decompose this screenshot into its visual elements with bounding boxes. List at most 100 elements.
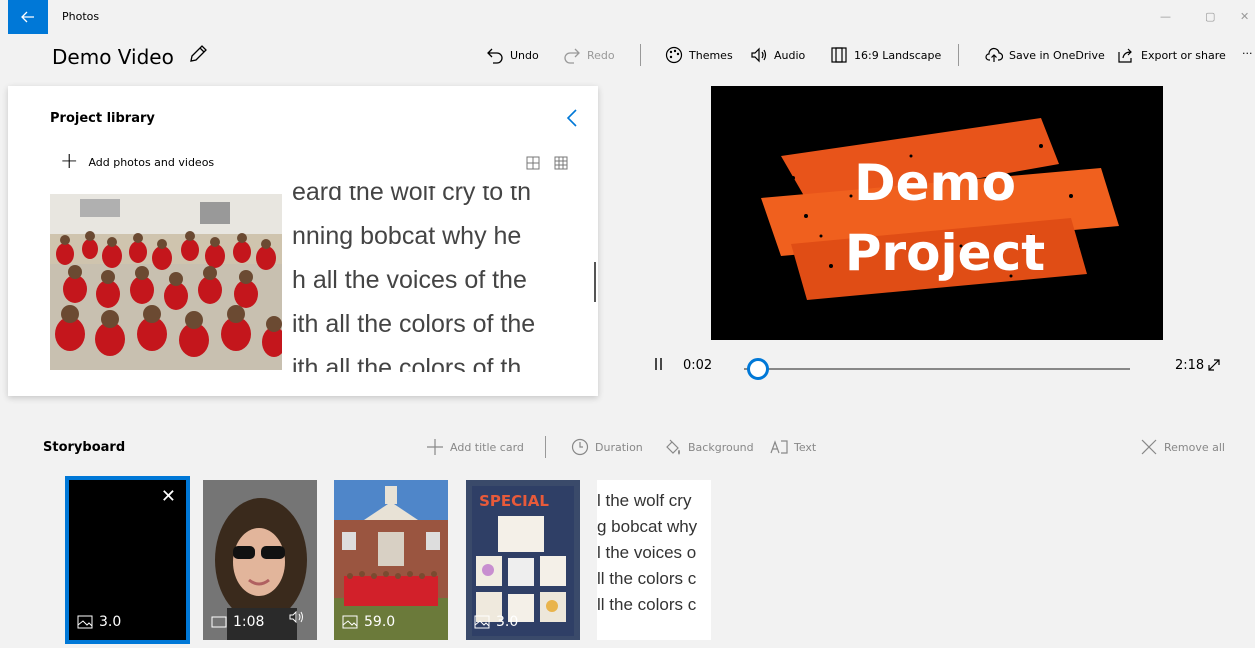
- export-label: Export or share: [1141, 48, 1226, 62]
- large-grid-view-icon[interactable]: [526, 156, 540, 170]
- card-text-lines: l the wolf cry g bobcat why l the voices…: [597, 488, 697, 618]
- text-line: h all the voices of the: [292, 266, 527, 294]
- aspect-ratio-button[interactable]: 16:9 Landscape: [830, 46, 941, 64]
- minimize-button[interactable]: —: [1160, 10, 1171, 23]
- audio-button[interactable]: Audio: [750, 46, 805, 64]
- background-label: Background: [688, 440, 754, 454]
- card-duration-value: 5.0: [627, 614, 650, 630]
- text-line: g bobcat why: [597, 517, 698, 536]
- video-icon: [211, 616, 227, 628]
- card-duration: 1:08: [211, 614, 264, 630]
- card-audio-indicator: [289, 609, 305, 628]
- more-options-button[interactable]: ...: [1242, 44, 1253, 57]
- remove-all-button[interactable]: Remove all: [1140, 438, 1225, 456]
- palette-icon: [665, 46, 683, 64]
- project-title: Demo Video: [52, 44, 174, 69]
- maximize-button[interactable]: ▢: [1205, 10, 1215, 23]
- duration-button[interactable]: Duration: [571, 438, 643, 456]
- speaker-icon: [289, 610, 303, 624]
- redo-icon: [564, 48, 580, 64]
- library-scrollbar[interactable]: [594, 262, 596, 302]
- project-title-area: Demo Video: [52, 44, 208, 69]
- add-media-button[interactable]: + Add photos and videos: [60, 151, 215, 173]
- current-time: 0:02: [683, 358, 713, 373]
- card-duration-value: 3.0: [99, 614, 122, 630]
- back-arrow-icon: [21, 11, 34, 23]
- close-icon: [1141, 439, 1157, 455]
- aspect-ratio-icon: [831, 47, 847, 63]
- themes-label: Themes: [689, 48, 733, 62]
- text-line: eard the wolf cry to th: [292, 186, 532, 206]
- text-line: ith all the colors of th: [292, 354, 522, 372]
- close-window-button[interactable]: ✕: [1240, 10, 1249, 23]
- share-icon: [1118, 48, 1132, 63]
- storyboard-card-2[interactable]: 1:08: [203, 480, 317, 640]
- text-line: nning bobcat why he: [292, 222, 522, 250]
- seek-thumb[interactable]: [746, 358, 769, 380]
- video-preview[interactable]: Demo Project: [711, 86, 1163, 340]
- add-media-label: Add photos and videos: [88, 155, 215, 169]
- image-icon: [342, 615, 358, 629]
- toolbar-divider: [640, 44, 641, 66]
- storyboard-card-3[interactable]: 59.0: [334, 480, 448, 640]
- text-line: l the wolf cry: [597, 491, 692, 510]
- speaker-icon: [751, 47, 767, 63]
- image-icon: [474, 615, 490, 629]
- pencil-icon: [189, 45, 207, 62]
- background-button[interactable]: Background: [664, 438, 754, 456]
- redo-button[interactable]: Redo: [563, 46, 615, 64]
- collapse-library-button[interactable]: [566, 108, 578, 133]
- save-onedrive-button[interactable]: Save in OneDrive: [985, 46, 1105, 64]
- export-button[interactable]: Export or share: [1117, 46, 1226, 64]
- card-duration: 3.0: [474, 614, 518, 630]
- edit-title-button[interactable]: [188, 44, 208, 69]
- add-title-card-label: Add title card: [450, 440, 524, 454]
- text-line: ith all the colors of the: [292, 310, 536, 338]
- cloud-upload-icon: [985, 47, 1003, 62]
- pause-button[interactable]: [655, 358, 663, 374]
- toolbar-divider: [958, 44, 959, 66]
- add-title-card-button[interactable]: Add title card: [426, 438, 524, 456]
- fullscreen-button[interactable]: [1207, 358, 1221, 376]
- plus-icon: [427, 439, 443, 455]
- clock-icon: [571, 438, 589, 456]
- redo-label: Redo: [587, 48, 615, 62]
- remove-card-button[interactable]: ✕: [161, 486, 176, 507]
- preview-title-line2: Project: [845, 224, 1045, 282]
- text-icon: [770, 440, 788, 454]
- pause-icon: [655, 358, 662, 370]
- storyboard-card-5[interactable]: l the wolf cry g bobcat why l the voices…: [597, 480, 711, 640]
- library-thumbnail-gym[interactable]: [50, 194, 282, 370]
- more-label: ...: [1242, 44, 1253, 57]
- save-onedrive-label: Save in OneDrive: [1009, 48, 1105, 62]
- remove-all-label: Remove all: [1164, 440, 1225, 454]
- expand-icon: [1208, 359, 1220, 371]
- storyboard-divider: [545, 436, 546, 458]
- text-button[interactable]: Text: [770, 438, 816, 456]
- seek-bar[interactable]: [744, 368, 1130, 370]
- image-icon: [605, 615, 621, 629]
- duration-label: Duration: [595, 440, 643, 454]
- storyboard-card-1[interactable]: ✕ 3.0: [65, 476, 190, 644]
- text-line: ll the colors c: [597, 569, 697, 588]
- library-text-clip[interactable]: eard the wolf cry to th nning bobcat why…: [292, 186, 576, 372]
- title-bar: Photos — ▢ ✕: [0, 0, 1255, 34]
- audio-label: Audio: [774, 48, 806, 62]
- storyboard-title: Storyboard: [43, 440, 126, 455]
- undo-icon: [487, 48, 503, 64]
- project-library-panel: Project library + Add photos and videos: [8, 86, 598, 396]
- app-title: Photos: [62, 10, 100, 23]
- aspect-ratio-label: 16:9 Landscape: [854, 48, 942, 62]
- paint-bucket-icon: [666, 439, 680, 455]
- total-time: 2:18: [1175, 358, 1205, 373]
- library-title: Project library: [50, 111, 155, 126]
- poster-title: SPECIAL: [479, 492, 549, 510]
- back-button[interactable]: [8, 0, 48, 34]
- text-label: Text: [794, 440, 817, 454]
- chevron-left-icon: [566, 109, 577, 127]
- card-duration-value: 1:08: [233, 614, 265, 630]
- themes-button[interactable]: Themes: [665, 46, 733, 64]
- undo-button[interactable]: Undo: [486, 46, 539, 64]
- storyboard-card-4[interactable]: SPECIAL 3.0: [466, 480, 580, 640]
- small-grid-view-icon[interactable]: [554, 156, 568, 170]
